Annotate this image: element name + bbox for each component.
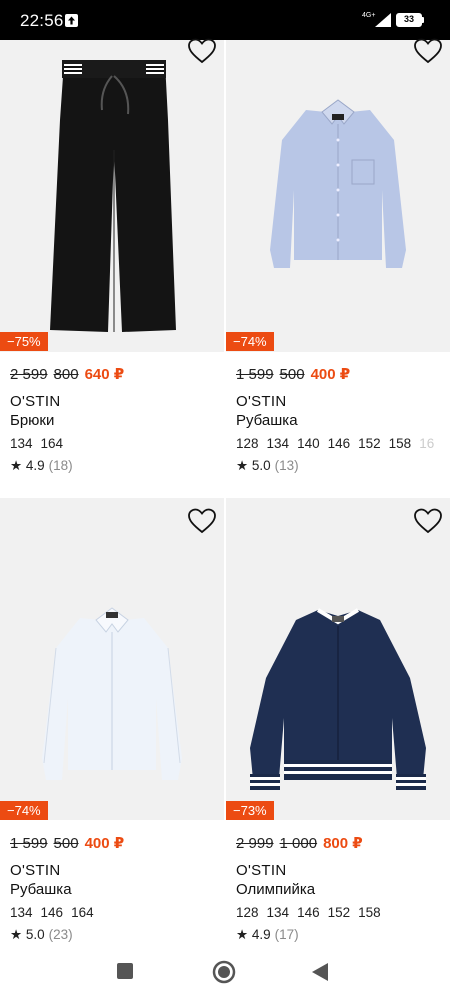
old-price: 2 999 (236, 835, 274, 852)
size-option: 146 (297, 905, 320, 920)
review-count: (13) (274, 458, 299, 473)
size-option: 164 (71, 905, 94, 920)
size-option: 140 (297, 436, 320, 451)
system-navigation-bar (0, 950, 450, 1000)
old-price: 1 599 (236, 366, 274, 383)
current-price: 640 ₽ (84, 366, 125, 383)
product-title: Рубашка (10, 881, 72, 898)
circle-icon[interactable] (212, 960, 236, 984)
product-title: Брюки (10, 412, 55, 429)
price-row: 2 999 1 000 800 ₽ (236, 834, 363, 852)
size-option: 152 (327, 905, 351, 920)
old-price: 2 599 (10, 366, 48, 383)
discount-badge: −74% (226, 332, 274, 351)
product-card-pants[interactable]: −75% 2 599 800 640 ₽ O'STIN Брюки 134 164 ★… (0, 38, 224, 492)
price-row: 1 599 500 400 ₽ (236, 365, 350, 383)
network-type: 4G+ (362, 12, 376, 19)
size-option: 146 (40, 905, 64, 920)
battery-level: 33 (397, 14, 421, 26)
price-row: 1 599 500 400 ₽ (10, 834, 124, 852)
size-list: 134 146 164 (10, 905, 224, 920)
size-option: 158 (358, 905, 381, 920)
discount-badge: −75% (0, 332, 48, 351)
previous-price: 500 (53, 835, 79, 852)
product-image[interactable] (226, 40, 450, 352)
product-image[interactable] (226, 498, 450, 820)
previous-price: 500 (279, 366, 305, 383)
size-option: 134 (10, 905, 33, 920)
review-count: (23) (48, 927, 73, 942)
battery-tip (422, 17, 424, 23)
product-card-shirt-blue[interactable]: −74% 1 599 500 400 ₽ O'STIN Рубашка 128 134… (226, 38, 450, 492)
status-time: 22:56 (20, 11, 64, 30)
size-option: 128 (236, 436, 259, 451)
size-option: 16 (419, 436, 435, 451)
rating-value: ★ 5.0 (10, 927, 45, 942)
previous-price: 1 000 (279, 835, 318, 852)
product-card-jacket[interactable]: −73% 2 999 1 000 800 ₽ O'STIN Олимпийка 12… (226, 498, 450, 948)
heart-outline-icon[interactable] (188, 38, 216, 64)
price-row: 2 599 800 640 ₽ (10, 365, 124, 383)
heart-outline-icon[interactable] (414, 38, 442, 64)
heart-outline-icon[interactable] (414, 508, 442, 534)
size-option: 134 (266, 436, 290, 451)
triangle-back-icon[interactable] (311, 962, 329, 982)
rating-value: ★ 4.9 (236, 927, 271, 942)
rating-value: ★ 5.0 (236, 458, 271, 473)
previous-price: 800 (53, 366, 79, 383)
product-title: Рубашка (236, 412, 298, 429)
discount-badge: −74% (0, 801, 48, 820)
current-price: 400 ₽ (84, 835, 125, 852)
product-image[interactable] (0, 498, 224, 820)
review-count: (18) (48, 458, 73, 473)
rating: ★ 4.9 (18) (10, 458, 73, 474)
product-brand: O'STIN (236, 393, 287, 410)
upload-icon (65, 14, 78, 27)
battery-icon: 33 (396, 13, 422, 27)
current-price: 800 ₽ (323, 835, 363, 852)
heart-outline-icon[interactable] (188, 508, 216, 534)
current-price: 400 ₽ (310, 366, 351, 383)
size-option: 158 (388, 436, 412, 451)
size-list: 128 134 146 152 158 (236, 905, 450, 920)
square-icon[interactable] (116, 962, 134, 980)
rating: ★ 5.0 (13) (236, 458, 299, 474)
product-card-shirt-white[interactable]: −74% 1 599 500 400 ₽ O'STIN Рубашка 134 146… (0, 498, 224, 948)
rating: ★ 5.0 (23) (10, 927, 73, 943)
rating: ★ 4.9 (17) (236, 927, 299, 943)
size-option: 134 (10, 436, 33, 451)
size-list: 128 134 140 146 152 158 16 (236, 436, 450, 451)
rating-value: ★ 4.9 (10, 458, 45, 473)
old-price: 1 599 (10, 835, 48, 852)
product-image[interactable] (0, 40, 224, 352)
product-title: Олимпийка (236, 881, 316, 898)
review-count: (17) (274, 927, 299, 942)
size-option: 164 (40, 436, 64, 451)
size-list: 134 164 (10, 436, 224, 451)
product-brand: O'STIN (10, 393, 61, 410)
product-brand: O'STIN (10, 862, 61, 879)
size-option: 134 (266, 905, 290, 920)
product-brand: O'STIN (236, 862, 287, 879)
discount-badge: −73% (226, 801, 274, 820)
size-option: 128 (236, 905, 259, 920)
signal-icon (375, 13, 391, 27)
size-option: 146 (327, 436, 351, 451)
status-bar: 22:56 4G+ 33 (0, 0, 450, 40)
size-option: 152 (358, 436, 381, 451)
